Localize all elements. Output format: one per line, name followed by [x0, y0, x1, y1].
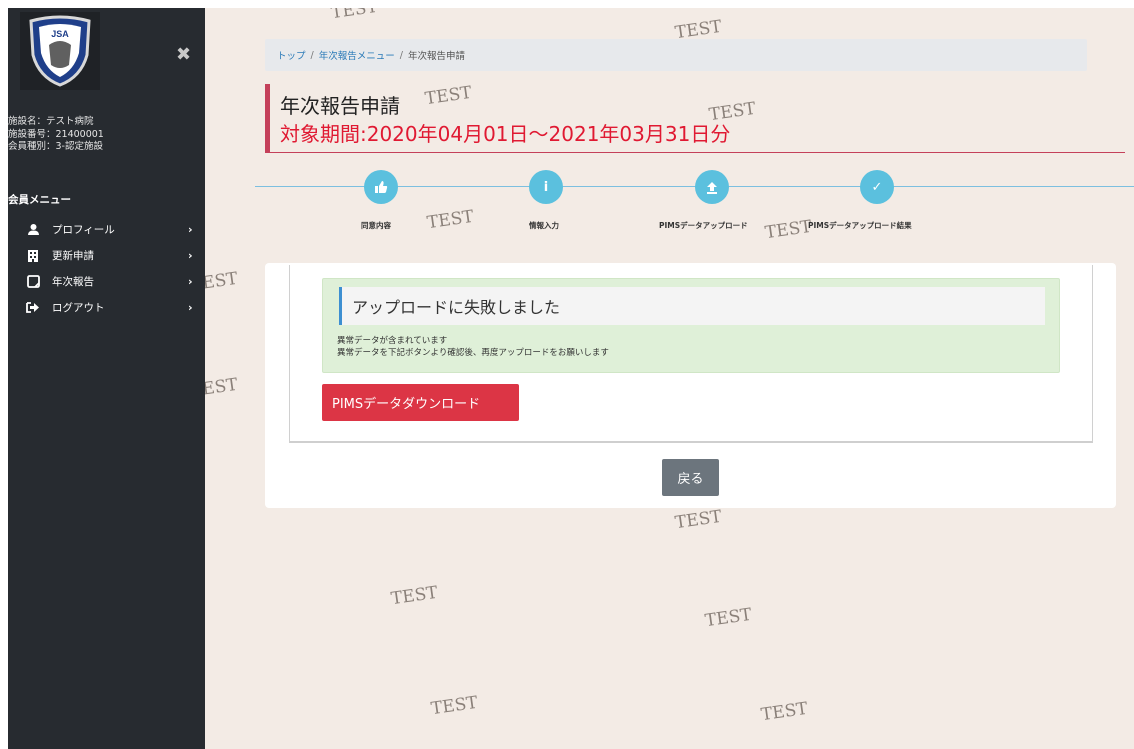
sidebar-item-label: 年次報告 [52, 275, 94, 288]
sidebar-item-profile[interactable]: プロフィール › [8, 216, 205, 242]
step-label-agreement: 同意内容 [361, 221, 391, 230]
watermark: TEST [703, 604, 753, 632]
watermark: TEST [425, 206, 475, 234]
watermark: TEST [429, 692, 479, 720]
facility-name: 施設名：テスト病院 [8, 116, 94, 127]
sidebar-item-renewal[interactable]: 更新申請 › [8, 242, 205, 268]
check-icon: ✓ [860, 170, 894, 204]
result-panel: アップロードに失敗しました 異常データが含まれています 異常データを下記ボタンよ… [289, 265, 1093, 443]
facility-number: 施設番号：21400001 [8, 128, 104, 140]
step-label-info-input: 情報入力 [529, 221, 559, 230]
watermark: TEST [389, 582, 439, 610]
page-header: 年次報告申請 対象期間:2020年04月01日～2021年03月31日分 [265, 84, 1125, 153]
member-type: 会員種別：3-認定施設 [8, 141, 103, 152]
sidebar-item-logout[interactable]: ログアウト › [8, 294, 205, 320]
chevron-right-icon: › [188, 248, 193, 262]
watermark: TEST [763, 216, 813, 244]
step-label-pims-upload-result: PIMSデータアップロード結果 [808, 221, 912, 230]
app-frame: JSA ✖ 施設名：テスト病院 施設番号：21400001 会員種別：3-認定施… [8, 8, 1134, 749]
info-icon: i [529, 170, 563, 204]
breadcrumb: トップ / 年次報告メニュー / 年次報告申請 [265, 39, 1087, 71]
page-title: 年次報告申請 [280, 94, 400, 118]
jsa-logo: JSA [20, 12, 100, 90]
sidebar-item-label: プロフィール [52, 223, 115, 236]
breadcrumb-annual-menu-link[interactable]: 年次報告メニュー [319, 48, 395, 62]
error-alert: アップロードに失敗しました 異常データが含まれています 異常データを下記ボタンよ… [322, 278, 1060, 373]
watermark: TEST [205, 268, 239, 296]
breadcrumb-separator: / [399, 49, 403, 61]
close-icon[interactable]: ✖ [176, 44, 191, 65]
pims-download-button[interactable]: PIMSデータダウンロード [322, 384, 519, 421]
sidebar-item-label: 更新申請 [52, 249, 94, 262]
building-icon [26, 248, 40, 262]
chevron-right-icon: › [188, 222, 193, 236]
menu-title: 会員メニュー [8, 194, 71, 206]
sidebar-item-annual-report[interactable]: 年次報告 › [8, 268, 205, 294]
watermark: TEST [205, 374, 239, 402]
target-period: 対象期間:2020年04月01日～2021年03月31日分 [280, 122, 731, 146]
sidebar-item-label: ログアウト [52, 301, 105, 314]
watermark: TEST [673, 506, 723, 534]
breadcrumb-current: 年次報告申請 [407, 51, 465, 62]
facility-info: 施設名：テスト病院 施設番号：21400001 会員種別：3-認定施設 [8, 116, 104, 154]
back-button[interactable]: 戻る [662, 459, 719, 496]
upload-result-card: アップロードに失敗しました 異常データが含まれています 異常データを下記ボタンよ… [265, 263, 1116, 508]
alert-title: アップロードに失敗しました [339, 287, 1045, 325]
sidebar: JSA ✖ 施設名：テスト病院 施設番号：21400001 会員種別：3-認定施… [8, 8, 205, 749]
step-label-pims-upload: PIMSデータアップロード [659, 221, 748, 230]
sidebar-menu: プロフィール › 更新申請 › 年次報告 › ログアウト › [8, 216, 205, 320]
edit-icon [26, 274, 40, 288]
upload-icon [695, 170, 729, 204]
watermark: TEST [759, 698, 809, 726]
alert-message-line1: 異常データが含まれています [337, 336, 448, 346]
thumbs-up-icon [364, 170, 398, 204]
logo-text: JSA [51, 29, 69, 39]
chevron-right-icon: › [188, 274, 193, 288]
breadcrumb-top-link[interactable]: トップ [277, 48, 306, 62]
breadcrumb-separator: / [310, 49, 314, 61]
chevron-right-icon: › [188, 300, 193, 314]
logout-icon [26, 300, 40, 314]
alert-message-line2: 異常データを下記ボタンより確認後、再度アップロードをお願いします [337, 348, 609, 358]
user-icon [26, 222, 40, 236]
watermark: TEST [329, 8, 379, 24]
main-content: TEST TEST TEST TEST TEST TEST TEST TEST … [205, 8, 1134, 749]
